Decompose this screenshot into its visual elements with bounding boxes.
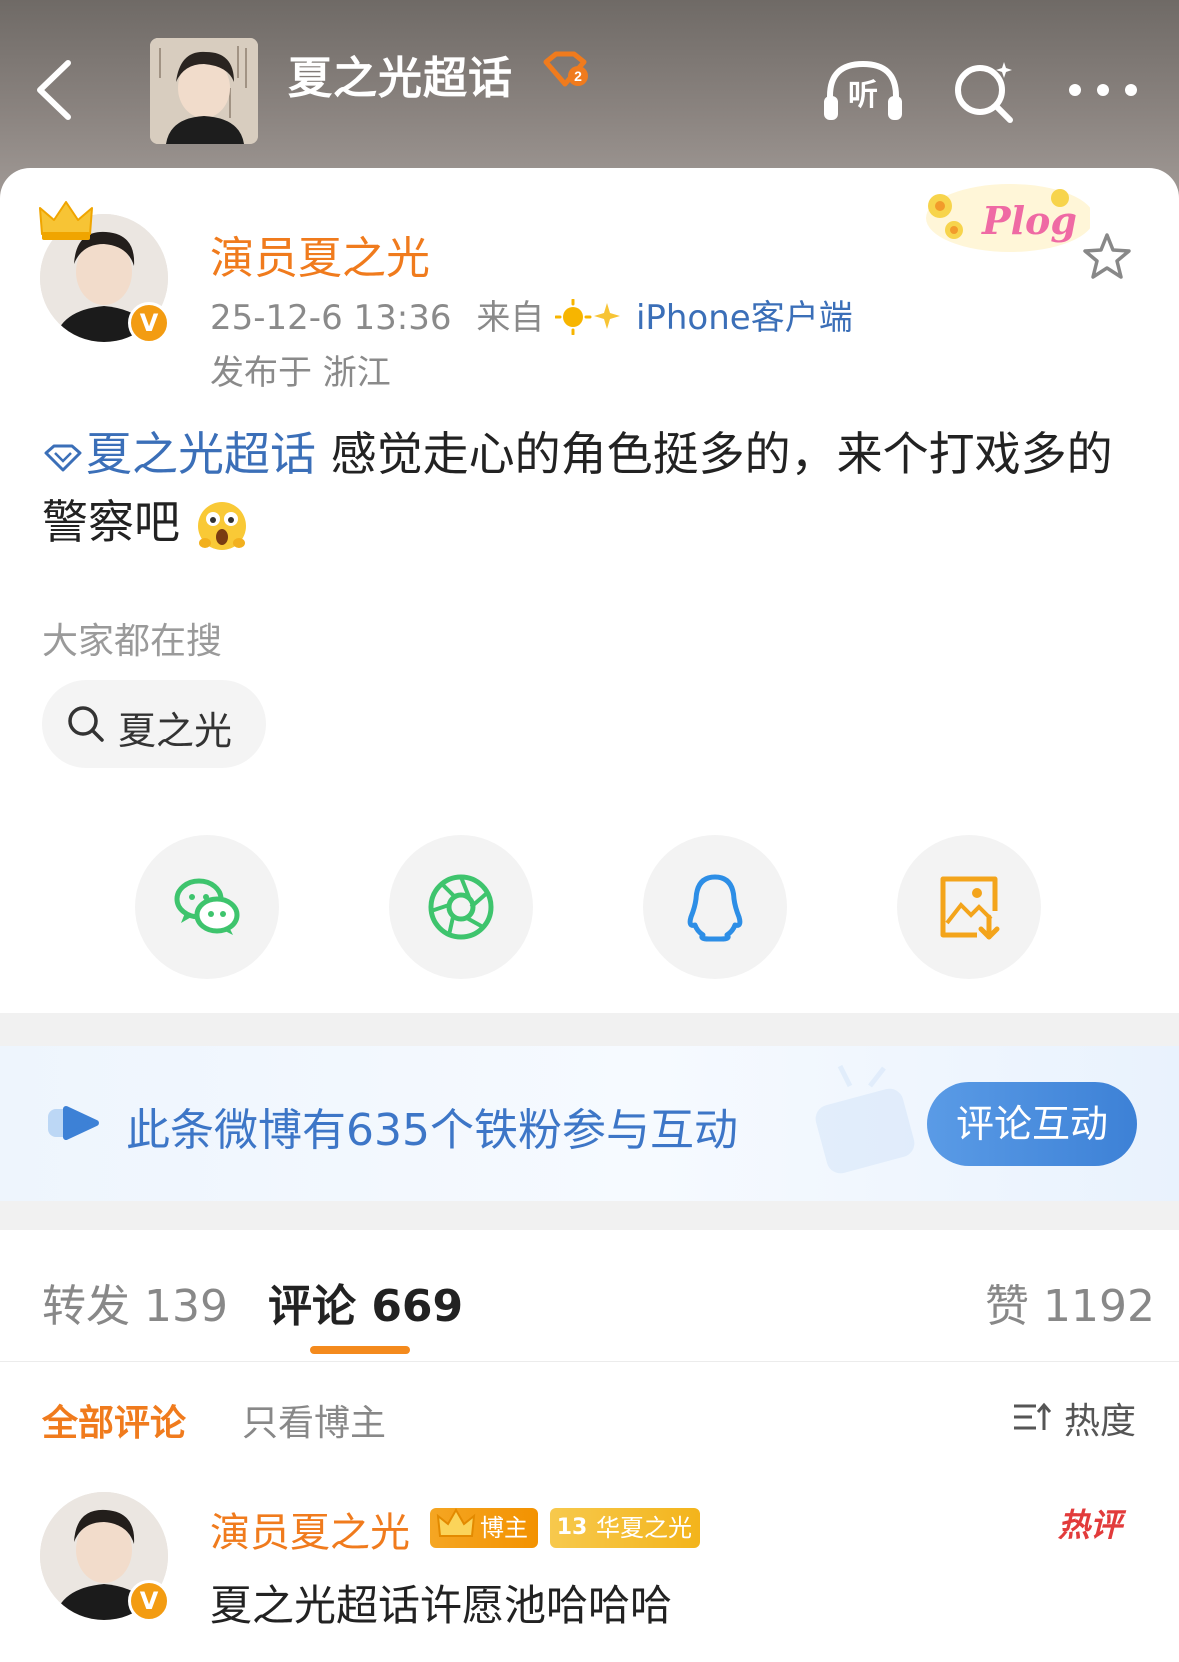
stats-tabs: 转发 139 评论 669 赞 1192 (0, 1230, 1179, 1362)
tv-decoration-icon (815, 1064, 915, 1174)
wechat-icon (174, 878, 240, 935)
topic-link-label: 夏之光超话 (86, 427, 316, 481)
svg-text:Plog: Plog (981, 198, 1077, 243)
fan-interaction-icon (48, 1106, 99, 1140)
comment-avatar-group[interactable]: V (40, 1492, 180, 1632)
post-location: 发布于 浙江 (210, 353, 391, 393)
post-text: 夏之光超话 感觉走心的角色挺多的，来个打戏多的警察吧 (42, 420, 1142, 556)
comment-interaction-button[interactable]: 评论互动 (927, 1082, 1137, 1166)
plog-sticker: Plog (910, 178, 1094, 258)
crown-badge-icon (436, 1507, 476, 1537)
diamond-icon (44, 444, 82, 471)
tab-like[interactable]: 赞 1192 (985, 1270, 1155, 1334)
search-hint-label: 大家都在搜 (42, 621, 223, 662)
comments-section: 全部评论 只看博主 热度 V 演员夏之光 博主 13 华夏之光 热评 夏之光超话… (0, 1362, 1179, 1662)
sun-sparkle-icon (554, 298, 621, 336)
topic-title: 夏之光超话 (288, 53, 513, 104)
comment-text: 夏之光超话许愿池哈哈哈 (210, 1581, 673, 1630)
post-meta: 25-12-6 13:36 来自 iPhone客户端 (210, 290, 853, 339)
fan-badge-label: 华夏之光 (596, 1514, 692, 1542)
fan-level-number: 13 (556, 1515, 588, 1540)
portrait-image (150, 38, 258, 144)
svg-text:2: 2 (574, 68, 582, 84)
more-options-icon[interactable] (1065, 70, 1141, 110)
post-timestamp: 25-12-6 13:36 (210, 298, 452, 338)
save-image-button[interactable] (897, 835, 1041, 979)
author-name[interactable]: 演员夏之光 (210, 222, 430, 286)
save-image-icon (940, 876, 1000, 940)
search-chip-label: 夏之光 (118, 709, 233, 753)
filter-author-only[interactable]: 只看博主 (242, 1394, 386, 1446)
source-prefix: 来自 (476, 298, 545, 338)
author-badge: 博主 (430, 1507, 538, 1548)
verified-badge: V (128, 1580, 170, 1622)
qq-icon (687, 874, 743, 942)
author-badge-label: 博主 (480, 1514, 528, 1542)
search-icon (68, 706, 104, 742)
shocked-emoji-icon (197, 501, 246, 550)
verified-badge: V (128, 302, 170, 344)
search-suggestion-chip[interactable]: 夏之光 (42, 680, 266, 768)
tab-comment[interactable]: 评论 669 (268, 1270, 463, 1334)
fan-interaction-text: 此条微博有635个铁粉参与互动 (126, 1105, 738, 1156)
author-avatar-group[interactable]: V (39, 198, 180, 348)
share-wechat-button[interactable] (135, 835, 279, 979)
topic-level-badge-icon: 2 (543, 51, 588, 87)
listen-label: 听 (848, 78, 878, 113)
tab-repost[interactable]: 转发 139 (42, 1270, 228, 1334)
share-qq-button[interactable] (643, 835, 787, 979)
sort-label: 热度 (1064, 1401, 1137, 1442)
active-tab-indicator (310, 1346, 410, 1354)
sort-icon (1014, 1402, 1052, 1430)
topic-thumbnail[interactable] (150, 38, 258, 144)
plog-flowers-icon: Plog (926, 184, 1094, 252)
share-moments-button[interactable] (389, 835, 533, 979)
back-arrow-icon[interactable] (30, 55, 80, 125)
favorite-star-icon[interactable] (1080, 230, 1134, 284)
crown-icon (39, 201, 93, 240)
fan-level-badge: 13 华夏之光 (550, 1508, 700, 1548)
fan-interaction-banner: 此条微博有635个铁粉参与互动 评论互动 (0, 1046, 1179, 1201)
post-source[interactable]: iPhone客户端 (636, 298, 853, 338)
hot-comment-tag: 热评 (1058, 1506, 1123, 1544)
topic-link[interactable]: 夏之光超话 (42, 427, 316, 481)
filter-all-comments[interactable]: 全部评论 (42, 1394, 186, 1446)
sort-button[interactable]: 热度 (1012, 1392, 1142, 1442)
comment-author[interactable]: 演员夏之光 (210, 1500, 410, 1558)
search-icon[interactable] (950, 56, 1020, 126)
moments-icon (428, 874, 494, 940)
listen-button[interactable]: 听 (822, 56, 904, 126)
